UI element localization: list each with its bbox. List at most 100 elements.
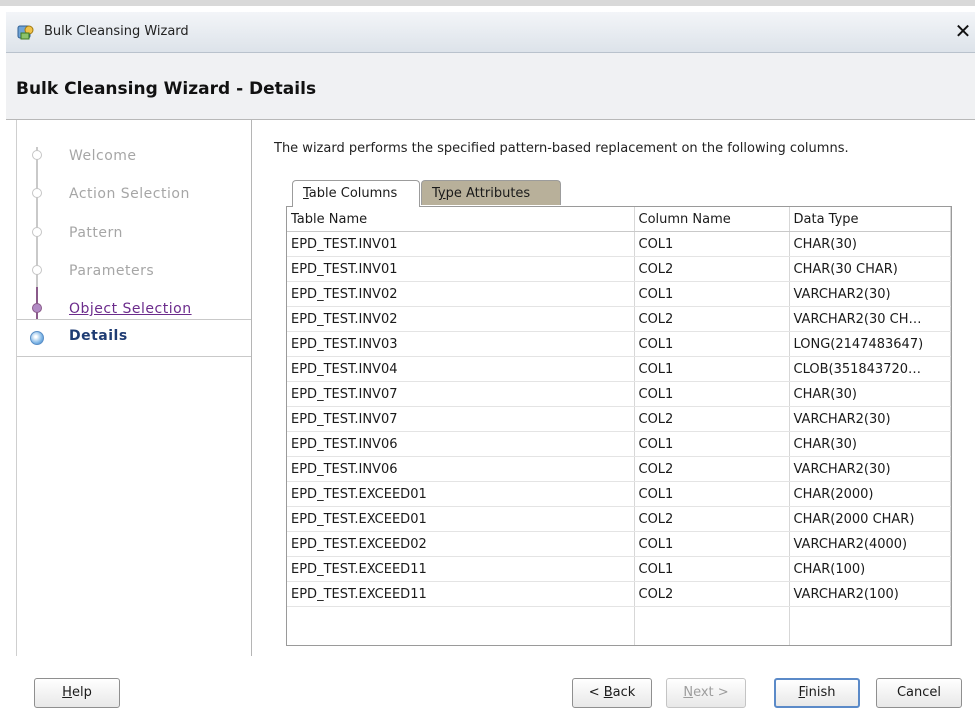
table-header-row: Table Name Column Name Data Type — [287, 207, 951, 232]
table-cell: EPD_TEST.INV06 — [287, 456, 635, 482]
table-row[interactable]: EPD_TEST.INV01 COL2 CHAR(30 CHAR) — [287, 256, 951, 282]
table-cell: EPD_TEST.INV06 — [287, 431, 635, 457]
window-title: Bulk Cleansing Wizard — [44, 24, 189, 39]
table-cell: EPD_TEST.INV02 — [287, 281, 635, 307]
wizard-header: Bulk Cleansing Wizard - Details — [6, 53, 975, 120]
tab-type-attributes[interactable]: Type Attributes — [421, 180, 561, 205]
next-button: Next > — [666, 678, 746, 708]
table-cell: CHAR(2000) — [789, 481, 951, 507]
back-button[interactable]: < Back — [572, 678, 652, 708]
table-cell: VARCHAR2(30) — [789, 456, 951, 482]
table-cell: COL2 — [634, 506, 790, 532]
empty-cell — [287, 631, 635, 645]
wizard-app-icon — [17, 25, 34, 40]
nav-item-label: Pattern — [69, 225, 123, 241]
table-cell: COL2 — [634, 256, 790, 282]
table-cell: EPD_TEST.EXCEED11 — [287, 556, 635, 582]
table-cell: CHAR(100) — [789, 556, 951, 582]
nav-item-label: Details — [69, 328, 128, 344]
table-cell: EPD_TEST.EXCEED01 — [287, 481, 635, 507]
table-cell: COL1 — [634, 231, 790, 257]
nav-item-welcome: Welcome — [17, 138, 251, 176]
title-bar: Bulk Cleansing Wizard ✕ — [6, 12, 975, 53]
nav-item-label: Welcome — [69, 148, 137, 164]
page-title: Bulk Cleansing Wizard - Details — [16, 79, 317, 99]
table-row[interactable]: EPD_TEST.INV03 COL1 LONG(2147483647) — [287, 331, 951, 357]
table-row[interactable]: EPD_TEST.INV02 COL2 VARCHAR2(30 CH… — [287, 306, 951, 332]
tab-label: Type Attributes — [432, 186, 531, 201]
table-row[interactable]: EPD_TEST.EXCEED01 COL2 CHAR(2000 CHAR) — [287, 506, 951, 532]
column-header[interactable]: Table Name — [287, 207, 635, 232]
nav-item-pattern: Pattern — [17, 215, 251, 253]
table-cell: EPD_TEST.EXCEED11 — [287, 581, 635, 607]
table-cell: EPD_TEST.EXCEED01 — [287, 506, 635, 532]
table-cell: EPD_TEST.INV01 — [287, 256, 635, 282]
table-row[interactable]: EPD_TEST.EXCEED01 COL1 CHAR(2000) — [287, 481, 951, 507]
nav-item-parameters: Parameters — [17, 253, 251, 291]
nav-item-label: Action Selection — [69, 186, 190, 202]
empty-cell — [287, 606, 635, 631]
empty-cell — [634, 606, 790, 631]
table-cell: CHAR(30) — [789, 431, 951, 457]
empty-row — [287, 606, 951, 631]
step-dot-icon — [32, 227, 42, 237]
table-row[interactable]: EPD_TEST.EXCEED02 COL1 VARCHAR2(4000) — [287, 531, 951, 557]
table-row[interactable]: EPD_TEST.EXCEED11 COL1 CHAR(100) — [287, 556, 951, 582]
table-cell: VARCHAR2(4000) — [789, 531, 951, 557]
table-row[interactable]: EPD_TEST.EXCEED11 COL2 VARCHAR2(100) — [287, 581, 951, 607]
tab-label: Table Columns — [303, 186, 398, 201]
empty-cell — [789, 606, 951, 631]
empty-cell — [789, 631, 951, 645]
table-cell: COL1 — [634, 531, 790, 557]
table-row[interactable]: EPD_TEST.INV04 COL1 CLOB(351843720… — [287, 356, 951, 382]
table-cell: COL1 — [634, 331, 790, 357]
column-header[interactable]: Column Name — [634, 207, 790, 232]
close-icon[interactable]: ✕ — [953, 20, 973, 42]
wizard-body: Welcome Action Selection Pattern Paramet… — [6, 120, 975, 664]
nav-item-details: Details — [17, 319, 251, 357]
columns-table: Table Name Column Name Data Type EPD_TES… — [286, 206, 952, 646]
table-cell: CHAR(30 CHAR) — [789, 256, 951, 282]
wizard-window: Bulk Cleansing Wizard ✕ Bulk Cleansing W… — [0, 0, 975, 715]
nav-item-label: Parameters — [69, 263, 155, 279]
nav-item-action-selection: Action Selection — [17, 176, 251, 214]
table-row[interactable]: EPD_TEST.INV01 COL1 CHAR(30) — [287, 231, 951, 257]
table-cell: EPD_TEST.INV04 — [287, 356, 635, 382]
table-cell: CHAR(30) — [789, 231, 951, 257]
step-dot-icon — [32, 265, 42, 275]
table-cell: COL2 — [634, 456, 790, 482]
step-dot-icon — [32, 303, 42, 313]
table-cell: COL2 — [634, 406, 790, 432]
wizard-train: Welcome Action Selection Pattern Paramet… — [16, 120, 252, 664]
description-text: The wizard performs the specified patter… — [274, 141, 849, 156]
empty-cell — [634, 631, 790, 645]
table-cell: COL1 — [634, 356, 790, 382]
table-cell: EPD_TEST.INV07 — [287, 406, 635, 432]
help-button[interactable]: Help — [34, 678, 120, 708]
table-cell: EPD_TEST.INV01 — [287, 231, 635, 257]
nav-item-label[interactable]: Object Selection — [69, 301, 192, 317]
cancel-button[interactable]: Cancel — [876, 678, 962, 708]
step-dot-icon — [32, 188, 42, 198]
table-cell: EPD_TEST.INV03 — [287, 331, 635, 357]
table-row[interactable]: EPD_TEST.INV06 COL2 VARCHAR2(30) — [287, 456, 951, 482]
table-row[interactable]: EPD_TEST.INV07 COL2 VARCHAR2(30) — [287, 406, 951, 432]
table-row[interactable]: EPD_TEST.INV02 COL1 VARCHAR2(30) — [287, 281, 951, 307]
finish-button[interactable]: Finish — [774, 678, 860, 708]
table-row[interactable]: EPD_TEST.INV07 COL1 CHAR(30) — [287, 381, 951, 407]
current-step-icon — [30, 331, 44, 345]
table-cell: COL1 — [634, 281, 790, 307]
table-cell: EPD_TEST.EXCEED02 — [287, 531, 635, 557]
table-row[interactable]: EPD_TEST.INV06 COL1 CHAR(30) — [287, 431, 951, 457]
column-header[interactable]: Data Type — [789, 207, 951, 232]
table-cell: CHAR(30) — [789, 381, 951, 407]
table-cell: EPD_TEST.INV02 — [287, 306, 635, 332]
table-cell: COL1 — [634, 381, 790, 407]
wizard-footer: Help < Back Next > Finish Cancel — [6, 656, 975, 715]
table-cell: COL1 — [634, 481, 790, 507]
table-cell: VARCHAR2(30) — [789, 281, 951, 307]
tab-table-columns[interactable]: Table Columns — [292, 180, 420, 207]
table-cell: VARCHAR2(100) — [789, 581, 951, 607]
table-cell: VARCHAR2(30 CH… — [789, 306, 951, 332]
table-body: EPD_TEST.INV01 COL1 CHAR(30) EPD_TEST.INV01… — [287, 231, 951, 645]
